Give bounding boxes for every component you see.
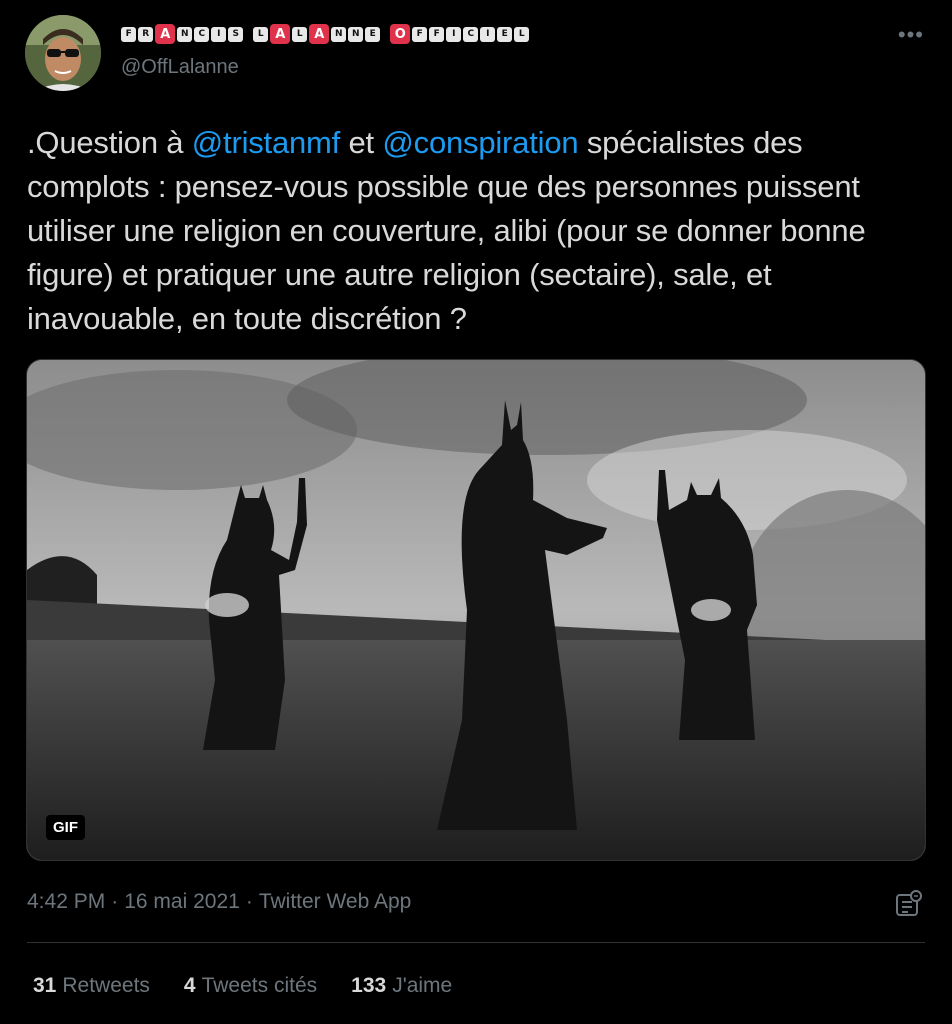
more-icon[interactable]: ••• xyxy=(898,22,924,48)
retweets-label: Retweets xyxy=(62,974,150,997)
quotes-stat[interactable]: 4 Tweets cités xyxy=(184,974,317,998)
tweet-middle: et xyxy=(340,125,383,160)
meta-separator: · xyxy=(245,890,253,913)
meta-separator: · xyxy=(111,890,119,913)
gif-image xyxy=(27,360,925,860)
name-letter-tile: I xyxy=(480,26,495,42)
divider xyxy=(27,942,925,943)
likes-stat[interactable]: 133 J'aime xyxy=(351,974,452,998)
name-letter-tile: I xyxy=(211,26,226,42)
name-letter-tile: L xyxy=(292,26,307,42)
author-handle[interactable]: @OffLalanne xyxy=(121,56,239,79)
tweet-text: .Question à @tristanmf et @conspiration … xyxy=(27,121,927,341)
name-letter-tile: F xyxy=(412,26,427,42)
name-letter-tile: F xyxy=(121,26,136,42)
name-letter-tile: C xyxy=(194,26,209,42)
tweet-prefix: .Question à xyxy=(27,125,192,160)
name-letter-tile: L xyxy=(514,26,529,42)
display-name[interactable]: FRANCISLALANNEOFFICIEL xyxy=(121,24,529,44)
quotes-label: Tweets cités xyxy=(201,974,318,997)
name-letter-tile: E xyxy=(365,26,380,42)
name-letter-tile: R xyxy=(138,26,153,42)
name-letter-tile: L xyxy=(253,26,268,42)
likes-count: 133 xyxy=(351,974,387,997)
tweet-time[interactable]: 4:42 PM xyxy=(27,890,105,913)
mention-link-tristanmf[interactable]: @tristanmf xyxy=(192,125,341,160)
name-letter-tile: E xyxy=(497,26,512,42)
gif-badge: GIF xyxy=(46,815,85,840)
name-letter-tile: N xyxy=(348,26,363,42)
name-letter-tile: A xyxy=(309,24,329,44)
name-letter-tile: S xyxy=(228,26,243,42)
name-letter-tile: N xyxy=(331,26,346,42)
tweet-date[interactable]: 16 mai 2021 xyxy=(124,890,240,913)
name-letter-tile: I xyxy=(446,26,461,42)
tweet-meta: 4:42 PM · 16 mai 2021 · Twitter Web App xyxy=(27,890,411,914)
name-letter-tile: C xyxy=(463,26,478,42)
name-space xyxy=(382,27,388,42)
gif-media[interactable]: GIF xyxy=(26,359,926,861)
avatar-photo xyxy=(25,15,101,91)
tweet-stats: 31 Retweets 4 Tweets cités 133 J'aime xyxy=(33,974,452,998)
likes-label: J'aime xyxy=(392,974,453,997)
name-space xyxy=(245,27,251,42)
retweets-count: 31 xyxy=(33,974,57,997)
quotes-count: 4 xyxy=(183,974,196,997)
mention-link-conspiration[interactable]: @conspiration xyxy=(382,125,578,160)
name-letter-tile: A xyxy=(270,24,290,44)
name-letter-tile: A xyxy=(155,24,175,44)
name-letter-tile: O xyxy=(390,24,410,44)
retweets-stat[interactable]: 31 Retweets xyxy=(33,974,150,998)
name-letter-tile: N xyxy=(177,26,192,42)
avatar[interactable] xyxy=(25,15,101,91)
analytics-icon[interactable] xyxy=(894,889,924,919)
name-letter-tile: F xyxy=(429,26,444,42)
tweet-source[interactable]: Twitter Web App xyxy=(259,890,412,913)
